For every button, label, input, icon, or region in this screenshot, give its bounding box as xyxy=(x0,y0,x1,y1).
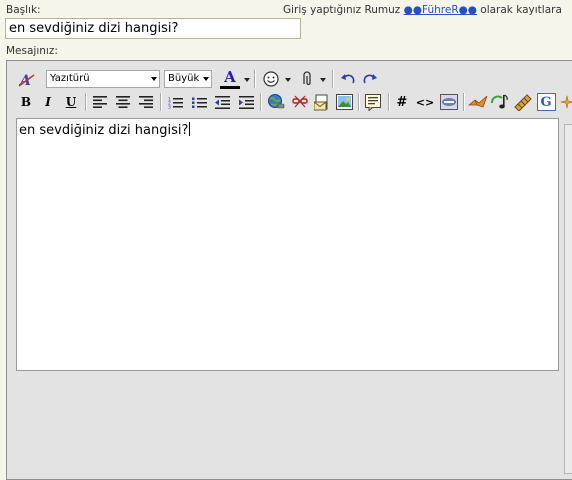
underline-label: U xyxy=(65,95,77,109)
music-icon[interactable] xyxy=(489,91,511,113)
google-search-button[interactable]: G xyxy=(536,92,556,112)
toolbar-separator xyxy=(85,93,87,111)
title-input[interactable] xyxy=(5,18,301,39)
code-label: <> xyxy=(415,95,435,109)
italic-button[interactable]: I xyxy=(39,93,57,111)
color-bar xyxy=(220,85,240,89)
google-label: G xyxy=(536,93,556,111)
insert-image-icon[interactable] xyxy=(334,92,354,112)
underline-button[interactable]: U xyxy=(62,93,80,111)
svg-text:3: 3 xyxy=(168,104,171,109)
undo-icon[interactable] xyxy=(339,70,357,88)
code-button[interactable]: <> xyxy=(415,93,435,111)
side-panel xyxy=(564,124,572,474)
login-note: Giriş yaptığınız Rumuz ●●FühreR●● olarak… xyxy=(283,4,562,16)
php-code-icon[interactable] xyxy=(439,92,459,112)
bold-label: B xyxy=(20,95,32,109)
size-select-value: Büyük xyxy=(168,73,200,84)
hash-button[interactable]: # xyxy=(393,93,411,111)
message-textarea[interactable]: en sevdiğiniz dizi hangisi? xyxy=(16,118,559,371)
flash-media-icon[interactable] xyxy=(467,91,489,113)
login-prefix: Giriş yaptığınız Rumuz xyxy=(283,4,404,16)
sparkle-icon[interactable] xyxy=(560,91,572,113)
toolbar-separator xyxy=(388,93,390,111)
toolbar-separator xyxy=(260,93,262,111)
size-select[interactable]: Büyük xyxy=(164,70,212,88)
text-caret xyxy=(189,122,191,136)
hash-label: # xyxy=(396,94,408,110)
text-color-letter: A xyxy=(224,67,236,86)
toolbar-separator xyxy=(160,93,162,111)
font-select[interactable]: Yazıtürü xyxy=(46,70,160,88)
toolbar-separator xyxy=(463,93,465,111)
toolbar-separator xyxy=(332,70,334,88)
text-color-button[interactable]: A xyxy=(219,68,241,90)
attachment-dropdown-icon[interactable] xyxy=(320,78,326,82)
chevron-down-icon xyxy=(151,77,157,81)
smiley-dropdown-icon[interactable] xyxy=(285,78,291,82)
chevron-down-icon xyxy=(203,77,209,81)
quote-icon[interactable] xyxy=(363,92,383,112)
toolbar-separator xyxy=(254,70,256,88)
attachment-icon[interactable] xyxy=(298,69,316,89)
login-suffix: olarak kayıtlara xyxy=(476,4,562,16)
message-label: Mesajınız: xyxy=(6,45,58,57)
remove-format-icon[interactable]: A xyxy=(17,71,37,89)
email-link-icon[interactable] xyxy=(312,92,332,112)
align-center-icon[interactable] xyxy=(114,93,132,111)
video-icon[interactable] xyxy=(512,91,534,113)
message-text: en sevdiğiniz dizi hangisi? xyxy=(19,123,189,138)
align-left-icon[interactable] xyxy=(91,93,109,111)
toolbar-separator xyxy=(358,93,360,111)
indent-icon[interactable] xyxy=(237,93,255,111)
title-label: Başlık: xyxy=(6,4,41,16)
numbered-list-icon[interactable]: 1 2 3 xyxy=(166,93,184,111)
smiley-icon[interactable] xyxy=(261,69,281,89)
unlink-icon[interactable] xyxy=(290,92,310,112)
bold-button[interactable]: B xyxy=(17,93,35,111)
redo-icon[interactable] xyxy=(361,70,379,88)
font-select-value: Yazıtürü xyxy=(50,73,90,84)
username-link[interactable]: ●●FühreR●● xyxy=(404,4,477,16)
bullet-list-icon[interactable] xyxy=(190,93,208,111)
insert-link-icon[interactable] xyxy=(266,92,286,112)
align-right-icon[interactable] xyxy=(137,93,155,111)
italic-label: I xyxy=(45,95,51,109)
outdent-icon[interactable] xyxy=(213,93,231,111)
text-color-dropdown-icon[interactable] xyxy=(244,78,250,82)
